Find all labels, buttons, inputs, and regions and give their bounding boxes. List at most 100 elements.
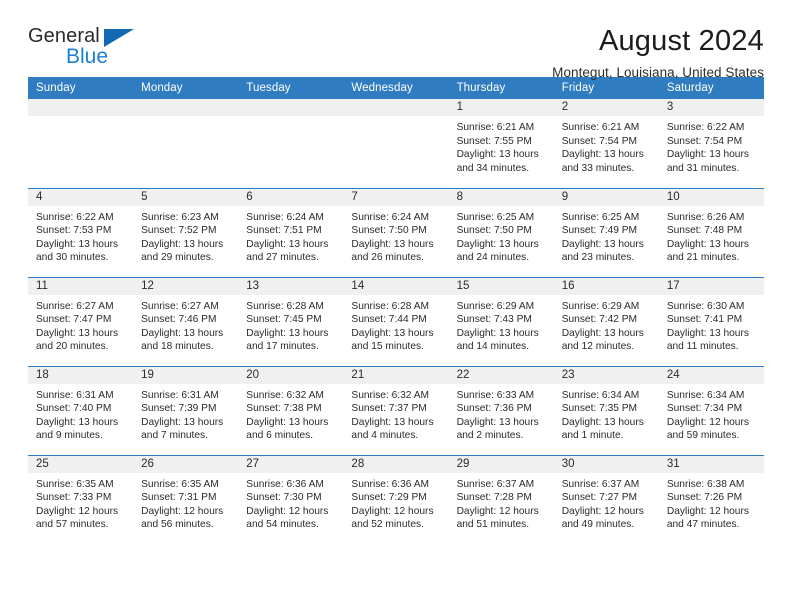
sunrise-time: Sunrise: 6:22 AM bbox=[666, 122, 745, 133]
day-details: Sunrise: 6:23 AM Sunset: 7:52 PM Daylight:… bbox=[133, 206, 238, 265]
calendar-day-cell[interactable]: 17 Sunrise: 6:30 AM Sunset: 7:41 PM Dayligh… bbox=[658, 276, 764, 366]
sunset-time: Sunset: 7:50 PM bbox=[351, 225, 427, 237]
day-number: 5 bbox=[133, 188, 239, 206]
sunrise-time: Sunrise: 6:33 AM bbox=[456, 389, 535, 401]
sunrise-time: Sunrise: 6:37 AM bbox=[456, 478, 535, 490]
day-number: 28 bbox=[343, 455, 449, 473]
sunrise-time: Sunrise: 6:22 AM bbox=[36, 211, 114, 223]
daylight-duration-line1: Daylight: 12 hours bbox=[36, 505, 119, 517]
day-number: 17 bbox=[658, 277, 764, 295]
sunset-time: Sunset: 7:54 PM bbox=[666, 135, 743, 147]
calendar-day-cell[interactable]: 7 Sunrise: 6:24 AM Sunset: 7:50 PM Daylight… bbox=[343, 187, 449, 277]
calendar-day-cell[interactable]: 12 Sunrise: 6:27 AM Sunset: 7:46 PM Dayligh… bbox=[133, 276, 239, 366]
day-number: 13 bbox=[238, 277, 344, 295]
sunset-time: Sunset: 7:45 PM bbox=[246, 314, 322, 326]
calendar-day-cell[interactable]: 26 Sunrise: 6:35 AM Sunset: 7:31 PM Dayligh… bbox=[133, 454, 239, 544]
sunrise-time: Sunrise: 6:27 AM bbox=[36, 300, 114, 312]
calendar-day-cell[interactable]: 29 Sunrise: 6:37 AM Sunset: 7:28 PM Dayligh… bbox=[448, 454, 554, 544]
calendar-day-cell[interactable]: 16 Sunrise: 6:29 AM Sunset: 7:42 PM Dayligh… bbox=[553, 276, 659, 366]
daylight-duration-line2: and 1 minute. bbox=[561, 430, 624, 442]
calendar-day-cell[interactable]: 15 Sunrise: 6:29 AM Sunset: 7:43 PM Dayligh… bbox=[448, 276, 554, 366]
daylight-duration-line2: and 52 minutes. bbox=[351, 519, 424, 531]
sunset-time: Sunset: 7:55 PM bbox=[456, 135, 532, 147]
daylight-duration-line2: and 59 minutes. bbox=[666, 430, 740, 442]
daylight-duration-line2: and 18 minutes. bbox=[141, 341, 214, 353]
sunset-time: Sunset: 7:54 PM bbox=[561, 135, 638, 147]
sunset-time: Sunset: 7:50 PM bbox=[456, 225, 532, 237]
daylight-duration-line1: Daylight: 13 hours bbox=[456, 416, 539, 428]
calendar-day-cell[interactable]: 9 Sunrise: 6:25 AM Sunset: 7:49 PM Daylight… bbox=[553, 187, 659, 277]
daylight-duration-line1: Daylight: 12 hours bbox=[666, 505, 749, 517]
day-number: 8 bbox=[448, 188, 554, 206]
daylight-duration-line1: Daylight: 13 hours bbox=[351, 416, 434, 428]
sunset-time: Sunset: 7:47 PM bbox=[36, 314, 112, 326]
daylight-duration-line1: Daylight: 13 hours bbox=[456, 149, 539, 161]
sunrise-time: Sunrise: 6:37 AM bbox=[561, 478, 640, 490]
calendar-day-cell[interactable]: 28 Sunrise: 6:36 AM Sunset: 7:29 PM Dayligh… bbox=[343, 454, 449, 544]
daylight-duration-line1: Daylight: 13 hours bbox=[36, 238, 119, 250]
sunset-time: Sunset: 7:37 PM bbox=[351, 403, 427, 415]
calendar-day-cell[interactable]: 19 Sunrise: 6:31 AM Sunset: 7:39 PM Dayligh… bbox=[133, 365, 239, 455]
day-details: Sunrise: 6:26 AM Sunset: 7:48 PM Daylight:… bbox=[659, 206, 764, 265]
sunset-time: Sunset: 7:33 PM bbox=[36, 492, 112, 504]
calendar-day-cell[interactable]: 14 Sunrise: 6:28 AM Sunset: 7:44 PM Dayligh… bbox=[343, 276, 449, 366]
calendar-day-cell[interactable]: 10 Sunrise: 6:26 AM Sunset: 7:48 PM Dayligh… bbox=[658, 187, 764, 277]
daylight-duration-line2: and 27 minutes. bbox=[246, 252, 319, 264]
sunset-time: Sunset: 7:49 PM bbox=[561, 225, 638, 237]
calendar-day-cell[interactable]: 4 Sunrise: 6:22 AM Sunset: 7:53 PM Daylight… bbox=[28, 187, 134, 277]
day-number: 18 bbox=[28, 366, 134, 384]
sunset-time: Sunset: 7:36 PM bbox=[456, 403, 532, 415]
calendar-day-cell[interactable]: 20 Sunrise: 6:32 AM Sunset: 7:38 PM Dayligh… bbox=[238, 365, 344, 455]
day-number: 23 bbox=[553, 366, 659, 384]
day-details: Sunrise: 6:25 AM Sunset: 7:49 PM Daylight:… bbox=[554, 206, 659, 265]
calendar-day-cell[interactable]: 6 Sunrise: 6:24 AM Sunset: 7:51 PM Daylight… bbox=[238, 187, 344, 277]
calendar-day-cell[interactable]: 21 Sunrise: 6:32 AM Sunset: 7:37 PM Dayligh… bbox=[343, 365, 449, 455]
sunset-time: Sunset: 7:43 PM bbox=[456, 314, 532, 326]
day-details: Sunrise: 6:33 AM Sunset: 7:36 PM Daylight:… bbox=[449, 384, 554, 443]
sunrise-time: Sunrise: 6:34 AM bbox=[561, 389, 640, 401]
calendar-day-cell[interactable]: 18 Sunrise: 6:31 AM Sunset: 7:40 PM Dayligh… bbox=[28, 365, 134, 455]
calendar-day-cell[interactable]: 13 Sunrise: 6:28 AM Sunset: 7:45 PM Dayligh… bbox=[238, 276, 344, 366]
day-number: 12 bbox=[133, 277, 239, 295]
day-number: 14 bbox=[343, 277, 449, 295]
calendar-day-cell[interactable]: 1 Sunrise: 6:21 AM Sunset: 7:55 PM Daylight… bbox=[448, 99, 554, 188]
day-number: 1 bbox=[448, 99, 554, 116]
sunrise-time: Sunrise: 6:31 AM bbox=[36, 389, 114, 401]
calendar-day-cell[interactable]: 22 Sunrise: 6:33 AM Sunset: 7:36 PM Dayligh… bbox=[448, 365, 554, 455]
calendar-day-cell[interactable]: 8 Sunrise: 6:25 AM Sunset: 7:50 PM Daylight… bbox=[448, 187, 554, 277]
day-details: Sunrise: 6:27 AM Sunset: 7:46 PM Daylight:… bbox=[133, 295, 238, 354]
sunset-time: Sunset: 7:46 PM bbox=[141, 314, 217, 326]
calendar-body: 1 Sunrise: 6:21 AM Sunset: 7:55 PM Daylight… bbox=[28, 99, 764, 544]
calendar-day-cell[interactable]: 23 Sunrise: 6:34 AM Sunset: 7:35 PM Dayligh… bbox=[553, 365, 659, 455]
daylight-duration-line2: and 9 minutes. bbox=[36, 430, 103, 442]
day-details: Sunrise: 6:34 AM Sunset: 7:34 PM Daylight:… bbox=[659, 384, 764, 443]
daylight-duration-line2: and 31 minutes. bbox=[666, 162, 740, 174]
daylight-duration-line1: Daylight: 13 hours bbox=[456, 327, 539, 339]
calendar-day-cell[interactable]: 3 Sunrise: 6:22 AM Sunset: 7:54 PM Daylight… bbox=[658, 99, 764, 188]
calendar-cell-empty bbox=[28, 99, 134, 188]
general-blue-logo[interactable]: General Blue bbox=[28, 26, 148, 72]
day-details: Sunrise: 6:27 AM Sunset: 7:47 PM Daylight:… bbox=[28, 295, 133, 354]
calendar-day-cell[interactable]: 27 Sunrise: 6:36 AM Sunset: 7:30 PM Dayligh… bbox=[238, 454, 344, 544]
sunrise-time: Sunrise: 6:38 AM bbox=[666, 478, 745, 490]
calendar-day-cell[interactable]: 31 Sunrise: 6:38 AM Sunset: 7:26 PM Dayligh… bbox=[658, 454, 764, 544]
calendar-day-cell[interactable]: 24 Sunrise: 6:34 AM Sunset: 7:34 PM Dayligh… bbox=[658, 365, 764, 455]
daylight-duration-line1: Daylight: 13 hours bbox=[561, 149, 644, 161]
sunrise-time: Sunrise: 6:32 AM bbox=[246, 389, 324, 401]
calendar-day-cell[interactable]: 25 Sunrise: 6:35 AM Sunset: 7:33 PM Dayligh… bbox=[28, 454, 134, 544]
daylight-duration-line1: Daylight: 13 hours bbox=[36, 416, 119, 428]
daylight-duration-line1: Daylight: 13 hours bbox=[666, 238, 749, 250]
calendar-page: General Blue August 2024 Montegut, Louis… bbox=[0, 0, 792, 612]
calendar-day-cell[interactable]: 11 Sunrise: 6:27 AM Sunset: 7:47 PM Dayligh… bbox=[28, 276, 134, 366]
calendar-day-cell[interactable]: 2 Sunrise: 6:21 AM Sunset: 7:54 PM Daylight… bbox=[553, 99, 659, 188]
sunset-time: Sunset: 7:31 PM bbox=[141, 492, 217, 504]
day-details: Sunrise: 6:29 AM Sunset: 7:43 PM Daylight:… bbox=[449, 295, 554, 354]
calendar-day-cell[interactable]: 5 Sunrise: 6:23 AM Sunset: 7:52 PM Daylight… bbox=[133, 187, 239, 277]
sunrise-time: Sunrise: 6:26 AM bbox=[666, 211, 745, 223]
day-number: 3 bbox=[658, 99, 764, 116]
day-number: 29 bbox=[448, 455, 554, 473]
sunset-time: Sunset: 7:38 PM bbox=[246, 403, 322, 415]
day-number: 2 bbox=[553, 99, 659, 116]
calendar-day-cell[interactable]: 30 Sunrise: 6:37 AM Sunset: 7:27 PM Dayligh… bbox=[553, 454, 659, 544]
day-number: 22 bbox=[448, 366, 554, 384]
